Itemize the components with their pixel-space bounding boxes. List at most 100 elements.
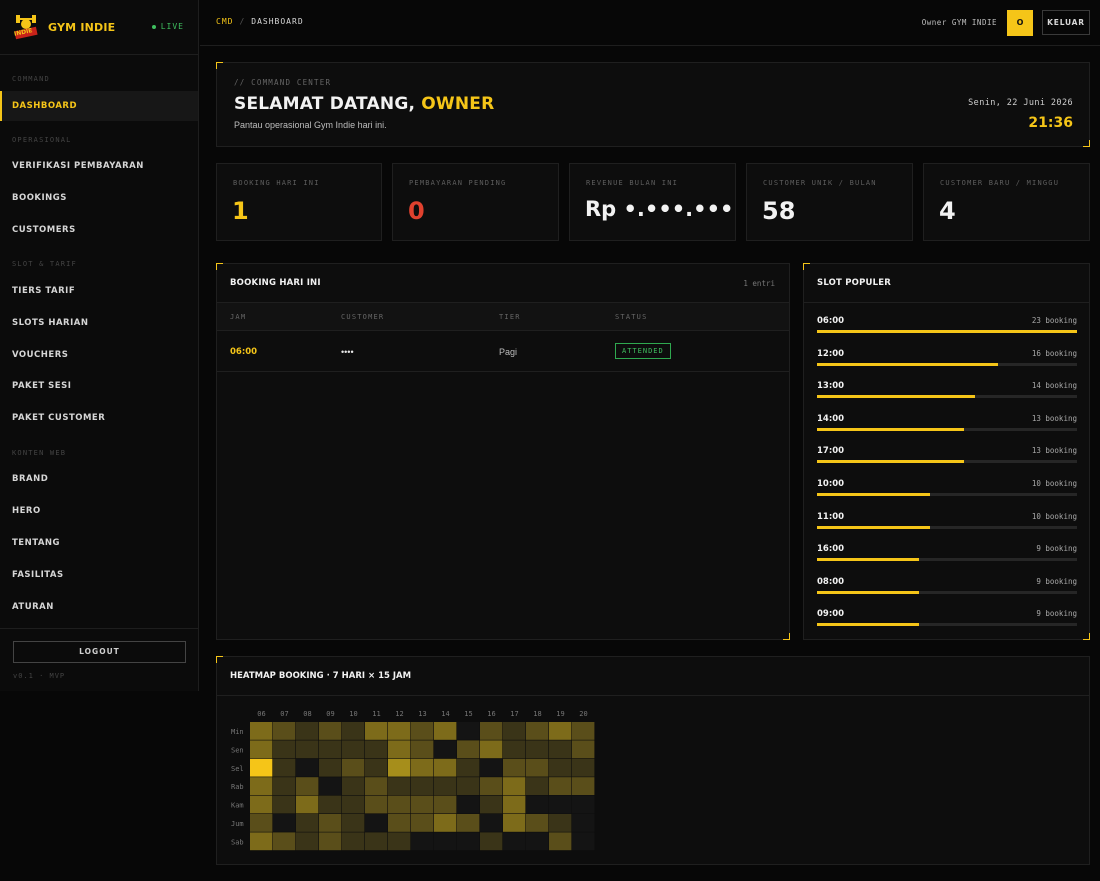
heatmap-cell[interactable] [457,832,480,851]
heatmap-cell[interactable] [319,832,342,851]
heatmap-cell[interactable] [273,814,296,832]
heatmap-cell[interactable] [388,758,411,777]
heatmap-cell[interactable] [365,722,388,740]
heatmap-cell[interactable] [572,740,595,759]
heatmap-cell[interactable] [480,758,503,777]
heatmap-cell[interactable] [365,740,388,759]
heatmap-cell[interactable] [296,722,319,740]
heatmap-cell[interactable] [411,777,434,795]
sidebar-item-paket-sesi[interactable]: PAKET SESI [0,371,198,401]
sidebar-item-dashboard[interactable]: DASHBOARD [0,91,198,121]
avatar[interactable]: O [1007,10,1033,36]
heatmap-cell[interactable] [526,722,549,740]
heatmap-cell[interactable] [365,814,388,832]
brand[interactable]: INDIE GYM INDIE LIVE [0,0,198,55]
heatmap-cell[interactable] [549,740,572,759]
heatmap-cell[interactable] [480,777,503,795]
heatmap-cell[interactable] [319,740,342,759]
heatmap-cell[interactable] [549,795,572,814]
heatmap-cell[interactable] [503,740,526,759]
sidebar-item-fasilitas[interactable]: FASILITAS [0,560,198,590]
heatmap-cell[interactable] [319,777,342,795]
sidebar-item-tentang[interactable]: TENTANG [0,528,198,558]
heatmap-cell[interactable] [296,832,319,851]
heatmap-cell[interactable] [480,795,503,814]
heatmap-cell[interactable] [549,814,572,832]
heatmap-cell[interactable] [503,814,526,832]
heatmap-cell[interactable] [411,832,434,851]
heatmap-cell[interactable] [457,740,480,759]
heatmap-cell[interactable] [411,814,434,832]
heatmap-cell[interactable] [250,777,273,795]
heatmap-cell[interactable] [572,777,595,795]
heatmap-cell[interactable] [526,777,549,795]
heatmap-cell[interactable] [549,777,572,795]
heatmap-cell[interactable] [319,722,342,740]
sidebar-item-hero[interactable]: HERO [0,496,198,526]
heatmap-cell[interactable] [457,795,480,814]
heatmap-cell[interactable] [572,795,595,814]
sidebar-item-slots-harian[interactable]: SLOTS HARIAN [0,308,198,338]
heatmap-cell[interactable] [526,795,549,814]
heatmap-cell[interactable] [549,722,572,740]
logout-button[interactable]: LOGOUT [13,641,186,663]
heatmap-cell[interactable] [342,758,365,777]
heatmap-cell[interactable] [388,722,411,740]
sidebar-item-customers[interactable]: CUSTOMERS [0,215,198,245]
heatmap-cell[interactable] [365,832,388,851]
heatmap-cell[interactable] [434,795,457,814]
heatmap-cell[interactable] [434,758,457,777]
heatmap-cell[interactable] [319,758,342,777]
heatmap-cell[interactable] [503,795,526,814]
heatmap-cell[interactable] [526,758,549,777]
heatmap-cell[interactable] [388,832,411,851]
heatmap-cell[interactable] [434,722,457,740]
heatmap-cell[interactable] [273,832,296,851]
heatmap-cell[interactable] [480,814,503,832]
heatmap-cell[interactable] [503,777,526,795]
heatmap-cell[interactable] [503,832,526,851]
heatmap-cell[interactable] [411,740,434,759]
heatmap-cell[interactable] [365,795,388,814]
heatmap-cell[interactable] [457,814,480,832]
heatmap-cell[interactable] [572,832,595,851]
heatmap-cell[interactable] [273,758,296,777]
sidebar-item-bookings[interactable]: BOOKINGS [0,183,198,213]
heatmap-cell[interactable] [296,740,319,759]
heatmap-cell[interactable] [526,814,549,832]
heatmap-cell[interactable] [319,814,342,832]
heatmap-cell[interactable] [250,832,273,851]
heatmap-cell[interactable] [342,832,365,851]
heatmap-cell[interactable] [388,814,411,832]
heatmap-cell[interactable] [296,814,319,832]
heatmap-cell[interactable] [411,795,434,814]
heatmap-cell[interactable] [572,758,595,777]
heatmap-cell[interactable] [572,814,595,832]
sidebar-item-vouchers[interactable]: VOUCHERS [0,340,198,370]
heatmap-cell[interactable] [480,832,503,851]
breadcrumb-root[interactable]: CMD [216,17,233,26]
table-row[interactable]: 06:00 •••• Pagi ATTENDED [217,332,789,372]
heatmap-cell[interactable] [365,777,388,795]
heatmap-cell[interactable] [273,795,296,814]
sidebar-item-brand[interactable]: BRAND [0,464,198,494]
sidebar-item-paket-customer[interactable]: PAKET CUSTOMER [0,403,198,433]
column-header-tier[interactable]: TIER [499,313,521,321]
sidebar-item-verifikasi-pembayaran[interactable]: VERIFIKASI PEMBAYARAN [0,151,198,181]
heatmap-cell[interactable] [434,814,457,832]
heatmap-cell[interactable] [388,777,411,795]
sidebar-item-tiers-tarif[interactable]: TIERS TARIF [0,276,198,306]
heatmap-cell[interactable] [549,758,572,777]
heatmap-cell[interactable] [503,722,526,740]
sidebar-item-aturan[interactable]: ATURAN [0,592,198,622]
heatmap-cell[interactable] [526,832,549,851]
heatmap-cell[interactable] [549,832,572,851]
heatmap-cell[interactable] [250,814,273,832]
keluar-button[interactable]: KELUAR [1042,10,1090,35]
heatmap-cell[interactable] [503,758,526,777]
heatmap-cell[interactable] [457,758,480,777]
heatmap-cell[interactable] [296,777,319,795]
heatmap-cell[interactable] [388,740,411,759]
heatmap-cell[interactable] [250,740,273,759]
heatmap-cell[interactable] [342,814,365,832]
